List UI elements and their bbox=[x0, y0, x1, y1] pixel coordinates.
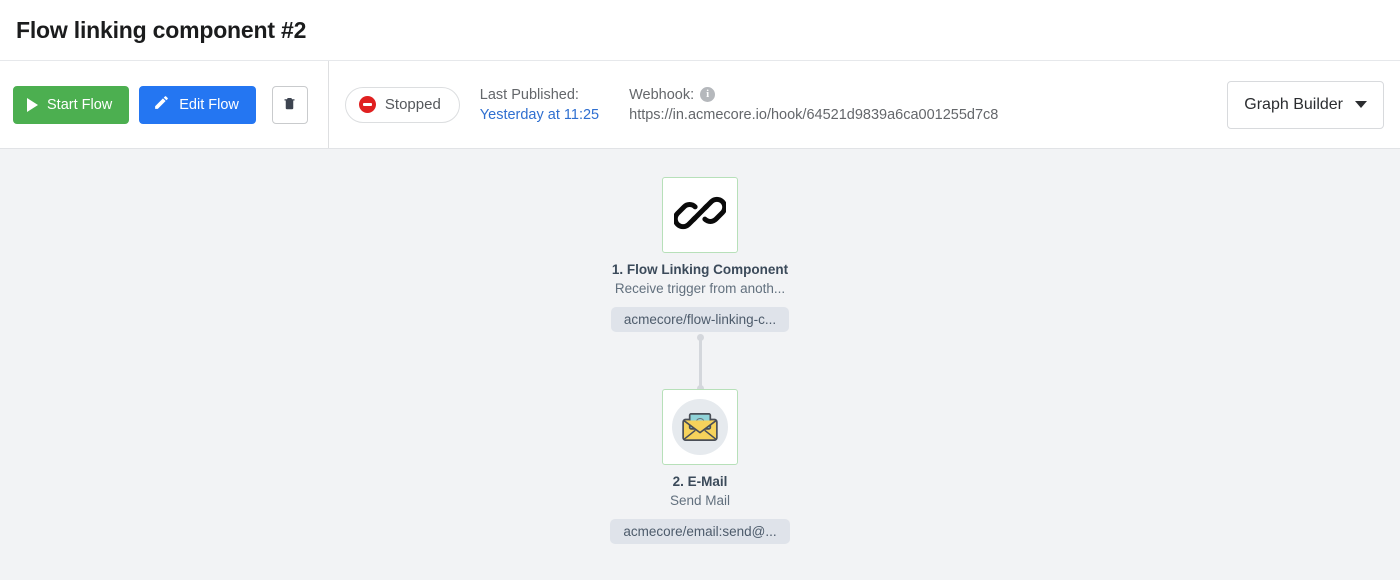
toolbar-right: Graph Builder bbox=[1227, 80, 1384, 129]
flow-connector bbox=[696, 334, 704, 392]
flow-node-1-icon-box[interactable] bbox=[662, 177, 738, 253]
last-published-block: Last Published: Yesterday at 11:25 bbox=[480, 87, 599, 123]
status-badge[interactable]: Stopped bbox=[344, 86, 460, 123]
flow-status-area: Stopped Last Published: Yesterday at 11:… bbox=[329, 61, 998, 148]
title-bar: Flow linking component #2 bbox=[0, 0, 1400, 61]
delete-flow-button[interactable] bbox=[271, 85, 308, 124]
view-mode-select[interactable]: Graph Builder bbox=[1227, 80, 1384, 129]
last-published-value[interactable]: Yesterday at 11:25 bbox=[480, 107, 599, 123]
flow-node-1-title: 1. Flow Linking Component bbox=[611, 262, 789, 277]
no-entry-icon bbox=[358, 96, 376, 113]
flow-node-2-icon-box[interactable]: @ bbox=[662, 389, 738, 465]
last-published-label: Last Published: bbox=[479, 86, 579, 103]
flow-node-1-subtitle: Receive trigger from anoth... bbox=[614, 280, 786, 296]
trash-icon bbox=[282, 95, 297, 114]
webhook-label: Webhook: i bbox=[629, 87, 998, 103]
toolbar-actions: Start Flow Edit Flow bbox=[13, 61, 328, 148]
info-icon[interactable]: i bbox=[700, 87, 716, 102]
webhook-label-text: Webhook: bbox=[629, 86, 695, 103]
flow-canvas[interactable]: 1. Flow Linking Component Receive trigge… bbox=[0, 149, 1400, 580]
chevron-down-icon bbox=[1355, 101, 1367, 108]
flow-toolbar: Start Flow Edit Flow Stopped Last Publis… bbox=[0, 61, 1400, 149]
start-flow-button[interactable]: Start Flow bbox=[13, 85, 130, 124]
email-envelope-icon: @ bbox=[672, 399, 728, 455]
flow-node-1-chip[interactable]: acmecore/flow-linking-c... bbox=[610, 306, 790, 332]
link-chain-icon bbox=[672, 187, 728, 244]
start-flow-label: Start Flow bbox=[47, 96, 113, 113]
flow-node-2-title: 2. E-Mail bbox=[672, 474, 728, 489]
edit-flow-label: Edit Flow bbox=[179, 96, 239, 113]
pencil-icon bbox=[153, 94, 170, 115]
flow-node-1[interactable]: 1. Flow Linking Component Receive trigge… bbox=[605, 177, 795, 332]
page-title: Flow linking component #2 bbox=[16, 16, 307, 43]
flow-node-2-chip[interactable]: acmecore/email:send@... bbox=[610, 518, 790, 544]
flow-meta: Last Published: Yesterday at 11:25 Webho… bbox=[480, 87, 999, 123]
play-icon bbox=[27, 97, 38, 112]
connector-line bbox=[698, 337, 702, 389]
flow-node-2-subtitle: Send Mail bbox=[669, 492, 731, 508]
view-mode-value: Graph Builder bbox=[1244, 95, 1343, 113]
edit-flow-button[interactable]: Edit Flow bbox=[139, 85, 256, 124]
status-badge-label: Stopped bbox=[384, 96, 441, 113]
webhook-block: Webhook: i https://in.acmecore.io/hook/6… bbox=[629, 87, 998, 123]
webhook-url[interactable]: https://in.acmecore.io/hook/64521d9839a6… bbox=[629, 107, 998, 123]
flow-node-2[interactable]: @ 2. E-Mail Send Mail acmecore/email:sen… bbox=[605, 389, 795, 544]
